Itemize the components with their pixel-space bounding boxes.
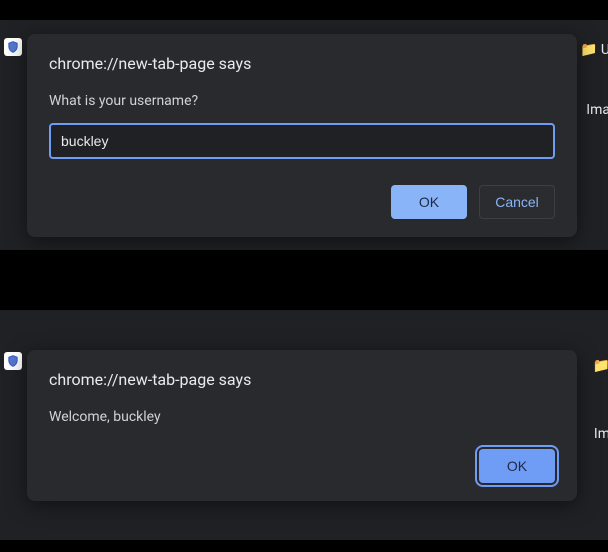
ok-button[interactable]: OK [391,185,467,219]
js-prompt-dialog: chrome://new-tab-page says What is your … [27,34,577,237]
dialog-button-row: OK Cancel [49,185,555,219]
dialog-title: chrome://new-tab-page says [49,370,555,389]
dialog-message: Welcome, buckley [49,409,555,425]
bookmark-partial-2: Ima [586,102,608,118]
prompt-input[interactable] [49,123,555,159]
folder-icon: 📁 [593,358,608,374]
ok-button[interactable]: OK [479,449,555,483]
cancel-button[interactable]: Cancel [479,185,555,219]
bookmark-partial-1: 📁 U [580,42,608,58]
bookmark-partial-3: 📁 [593,358,608,374]
folder-icon: 📁 [580,42,597,58]
shield-icon [6,40,20,54]
shield-icon [6,354,20,368]
page-favicon [4,38,22,56]
dialog-button-row: OK [49,449,555,483]
dialog-message: What is your username? [49,93,555,109]
page-favicon [4,352,22,370]
bookmark-partial-4: Im [594,426,608,442]
background-panel-top: 📁 U Ima chrome://new-tab-page says What … [0,20,608,250]
background-panel-bottom: 📁 Im chrome://new-tab-page says Welcome,… [0,310,608,540]
js-alert-dialog: chrome://new-tab-page says Welcome, buck… [27,350,577,501]
dialog-title: chrome://new-tab-page says [49,54,555,73]
